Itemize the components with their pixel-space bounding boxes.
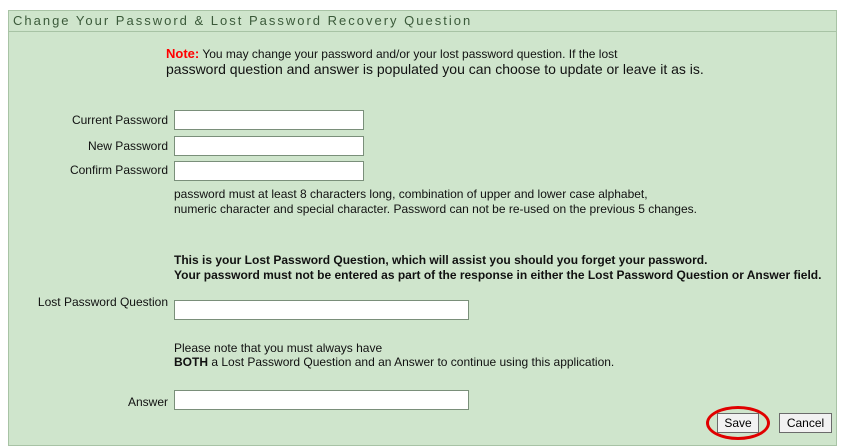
save-button[interactable]: Save <box>717 413 759 433</box>
must-have-both: BOTH <box>174 355 208 369</box>
question-info-line-2: Your password must not be entered as par… <box>174 268 822 282</box>
answer-label: Answer <box>127 395 168 409</box>
confirm-password-field[interactable] <box>174 161 364 181</box>
panel-titlebar: Change Your Password & Lost Password Rec… <box>9 11 836 32</box>
note-text: Note: You may change your password and/o… <box>166 46 816 78</box>
answer-field[interactable] <box>174 390 469 410</box>
note-label: Note: <box>166 46 200 61</box>
cancel-button[interactable]: Cancel <box>779 413 832 433</box>
lost-question-field[interactable] <box>174 300 469 320</box>
must-have-line-1: Please note that you must always have <box>174 341 383 355</box>
note-line-1: You may change your password and/or your… <box>199 47 618 61</box>
current-password-field[interactable] <box>174 110 364 130</box>
must-have-line-2: BOTH a Lost Password Question and an Ans… <box>174 355 614 369</box>
confirm-password-label: Confirm Password <box>69 163 168 177</box>
must-have-rest: a Lost Password Question and an Answer t… <box>208 355 615 369</box>
note-line-2: password question and answer is populate… <box>166 61 704 77</box>
page-title: Change Your Password & Lost Password Rec… <box>13 13 473 28</box>
password-hint-line-1: password must at least 8 characters long… <box>174 187 648 201</box>
new-password-label: New Password <box>87 139 168 153</box>
current-password-label: Current Password <box>71 113 168 127</box>
question-info-line-1: This is your Lost Password Question, whi… <box>174 253 708 267</box>
password-hint-line-2: numeric character and special character.… <box>174 202 697 216</box>
lost-question-label: Lost Password Question <box>37 295 168 309</box>
new-password-field[interactable] <box>174 136 364 156</box>
